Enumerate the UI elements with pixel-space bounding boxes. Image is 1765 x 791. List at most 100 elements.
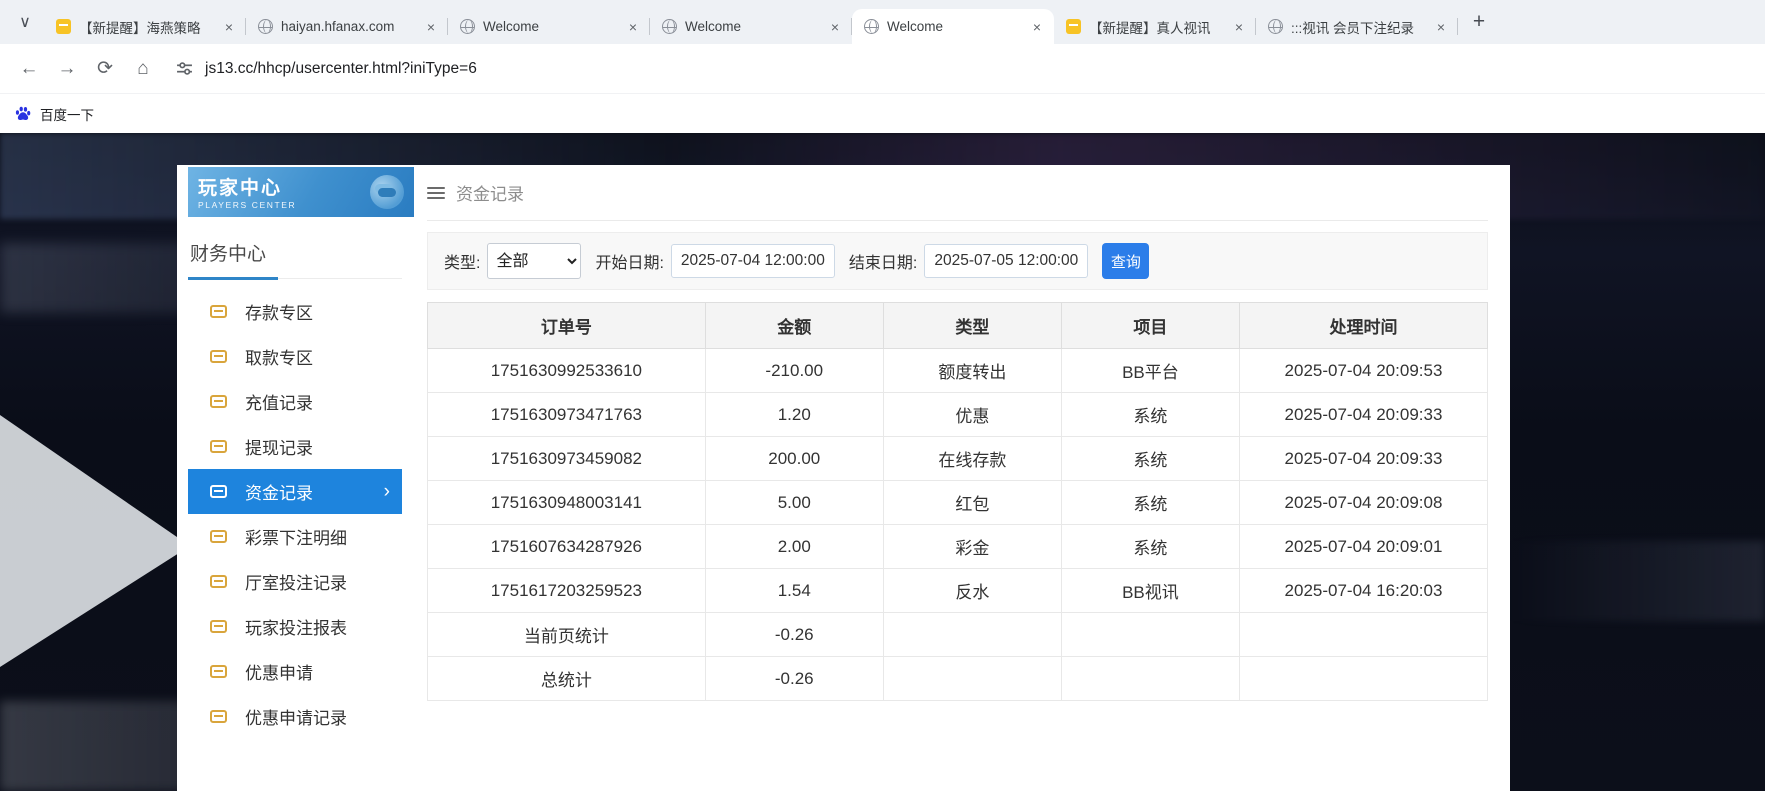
sidebar-item-lottery-bet-detail[interactable]: 彩票下注明细 › xyxy=(188,514,402,559)
bookmark-baidu[interactable]: 百度一下 xyxy=(40,104,94,124)
reload-icon: ⟳ xyxy=(97,57,113,80)
tab-close-icon[interactable]: × xyxy=(422,18,440,36)
browser-tab[interactable]: 【新提醒】真人视讯 × xyxy=(1054,9,1256,44)
table-cell xyxy=(883,657,1061,701)
table-row: 1751630992533610-210.00额度转出BB平台2025-07-0… xyxy=(428,349,1488,393)
sidebar-item-label: 玩家投注报表 xyxy=(245,614,347,639)
tab-title: Welcome xyxy=(685,19,818,34)
main-header: 资金记录 xyxy=(427,165,1488,221)
tab-title: 【新提醒】海燕策略 xyxy=(79,17,212,37)
table-cell: 额度转出 xyxy=(883,349,1061,393)
table-cell: 1751607634287926 xyxy=(428,525,706,569)
table-cell: 2.00 xyxy=(705,525,883,569)
table-cell: 当前页统计 xyxy=(428,613,706,657)
table-row: 1751630973459082200.00在线存款系统2025-07-04 2… xyxy=(428,437,1488,481)
query-button[interactable]: 查询 xyxy=(1102,243,1149,279)
sidebar-item-label: 优惠申请 xyxy=(245,659,313,684)
sidebar-item-promo-apply-record[interactable]: 优惠申请记录 › xyxy=(188,694,402,739)
table-cell: 1.54 xyxy=(705,569,883,613)
back-button[interactable]: ← xyxy=(12,52,46,86)
forward-button[interactable]: → xyxy=(50,52,84,86)
tab-close-icon[interactable]: × xyxy=(220,18,238,36)
address-bar-url[interactable]: js13.cc/hhcp/usercenter.html?iniType=6 xyxy=(205,60,477,78)
table-header-cell: 项目 xyxy=(1061,303,1239,349)
type-select[interactable]: 全部 xyxy=(487,243,581,279)
table-cell: 2025-07-04 20:09:53 xyxy=(1239,349,1487,393)
globe-icon xyxy=(1268,19,1283,34)
main-content: 资金记录 类型: 全部 开始日期: 结束日期: 查询 订单号金额类型项目处理时间… xyxy=(414,165,1510,791)
browser-tab[interactable]: Welcome × xyxy=(448,9,650,44)
sidebar-item-promo-apply[interactable]: 优惠申请 › xyxy=(188,649,402,694)
withdrawal-record-icon xyxy=(210,440,227,453)
sidebar-item-hall-bet-record[interactable]: 厅室投注记录 › xyxy=(188,559,402,604)
table-cell: 反水 xyxy=(883,569,1061,613)
table-cell: 1751630948003141 xyxy=(428,481,706,525)
player-center-panel: 玩家中心 PLAYERS CENTER 财务中心 存款专区 › 取款专区 › 充… xyxy=(177,165,1510,791)
tab-strip: ∨ 【新提醒】海燕策略 × haiyan.hfanax.com × Welcom… xyxy=(0,0,1765,44)
table-row: 17516309480031415.00红包系统2025-07-04 20:09… xyxy=(428,481,1488,525)
start-date-input[interactable] xyxy=(671,244,835,278)
tab-close-icon[interactable]: × xyxy=(624,18,642,36)
sidebar-item-label: 提现记录 xyxy=(245,434,313,459)
sidebar-item-label: 彩票下注明细 xyxy=(245,524,347,549)
table-cell: 200.00 xyxy=(705,437,883,481)
tab-close-icon[interactable]: × xyxy=(1028,18,1046,36)
sidebar-section-title: 财务中心 xyxy=(188,235,402,279)
table-cell: 2025-07-04 20:09:33 xyxy=(1239,393,1487,437)
browser-tab[interactable]: :::视讯 会员下注纪录 × xyxy=(1256,9,1458,44)
table-header-cell: 处理时间 xyxy=(1239,303,1487,349)
tab-strip-tabs: 【新提醒】海燕策略 × haiyan.hfanax.com × Welcome … xyxy=(44,9,1458,44)
player-bet-report-icon xyxy=(210,620,227,633)
table-cell: 1751630973471763 xyxy=(428,393,706,437)
recharge-record-icon xyxy=(210,395,227,408)
table-cell: 彩金 xyxy=(883,525,1061,569)
tab-close-icon[interactable]: × xyxy=(1230,18,1248,36)
globe-icon xyxy=(258,19,273,34)
table-cell: 2025-07-04 20:09:01 xyxy=(1239,525,1487,569)
reload-button[interactable]: ⟳ xyxy=(88,52,122,86)
table-cell: 1.20 xyxy=(705,393,883,437)
notification-page-icon xyxy=(1066,19,1081,34)
sidebar-item-player-bet-report[interactable]: 玩家投注报表 › xyxy=(188,604,402,649)
table-cell: 1751630992533610 xyxy=(428,349,706,393)
table-cell xyxy=(1239,657,1487,701)
table-cell: 优惠 xyxy=(883,393,1061,437)
browser-tab[interactable]: 【新提醒】海燕策略 × xyxy=(44,9,246,44)
table-cell xyxy=(883,613,1061,657)
table-cell: 5.00 xyxy=(705,481,883,525)
gamepad-icon xyxy=(370,175,404,209)
browser-tab[interactable]: haiyan.hfanax.com × xyxy=(246,9,448,44)
sidebar-menu: 存款专区 › 取款专区 › 充值记录 › 提现记录 › 资金记录 › 彩票下注明… xyxy=(188,289,414,739)
deposit-icon xyxy=(210,305,227,318)
promo-apply-record-icon xyxy=(210,710,227,723)
globe-icon xyxy=(460,19,475,34)
sidebar: 玩家中心 PLAYERS CENTER 财务中心 存款专区 › 取款专区 › 充… xyxy=(177,165,414,791)
sidebar-item-withdraw[interactable]: 取款专区 › xyxy=(188,334,402,379)
start-date-label: 开始日期: xyxy=(595,249,663,273)
browser-tab[interactable]: Welcome × xyxy=(650,9,852,44)
end-date-input[interactable] xyxy=(924,244,1088,278)
table-cell: BB视讯 xyxy=(1061,569,1239,613)
table-header-row: 订单号金额类型项目处理时间 xyxy=(428,303,1488,349)
table-cell xyxy=(1061,657,1239,701)
background-triangle xyxy=(0,415,190,667)
page-title: 资金记录 xyxy=(456,180,524,205)
sidebar-item-recharge-record[interactable]: 充值记录 › xyxy=(188,379,402,424)
tab-search-button[interactable]: ∨ xyxy=(10,7,40,37)
home-icon: ⌂ xyxy=(137,58,148,80)
table-cell: 总统计 xyxy=(428,657,706,701)
sidebar-item-label: 取款专区 xyxy=(245,344,313,369)
tab-close-icon[interactable]: × xyxy=(826,18,844,36)
type-filter-label: 类型: xyxy=(444,249,480,273)
site-settings-icon[interactable] xyxy=(176,60,193,77)
background-streak xyxy=(1505,541,1765,621)
tab-close-icon[interactable]: × xyxy=(1432,18,1450,36)
browser-tab[interactable]: Welcome × xyxy=(852,9,1054,44)
table-row: 17516309734717631.20优惠系统2025-07-04 20:09… xyxy=(428,393,1488,437)
sidebar-item-withdrawal-record[interactable]: 提现记录 › xyxy=(188,424,402,469)
table-cell: 2025-07-04 20:09:08 xyxy=(1239,481,1487,525)
sidebar-item-deposit[interactable]: 存款专区 › xyxy=(188,289,402,334)
new-tab-button[interactable]: + xyxy=(1464,7,1494,37)
home-button[interactable]: ⌂ xyxy=(126,52,160,86)
sidebar-item-funds-record[interactable]: 资金记录 › xyxy=(188,469,402,514)
